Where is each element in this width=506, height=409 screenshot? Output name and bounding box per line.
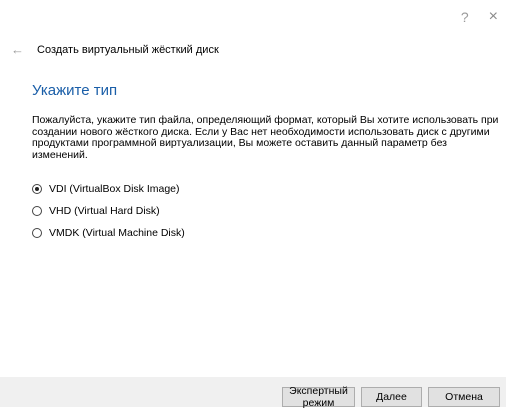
radio-vhd[interactable] xyxy=(32,206,42,216)
close-icon[interactable]: × xyxy=(489,9,498,25)
next-button[interactable]: Далее xyxy=(361,387,422,407)
radio-vmdk[interactable] xyxy=(32,228,42,238)
option-vdi-label: VDI (VirtualBox Disk Image) xyxy=(49,183,180,195)
option-vhd[interactable]: VHD (Virtual Hard Disk) xyxy=(32,200,185,222)
description-text: Пожалуйста, укажите тип файла, определяю… xyxy=(32,114,499,161)
cancel-button[interactable]: Отмена xyxy=(428,387,500,407)
option-vdi[interactable]: VDI (VirtualBox Disk Image) xyxy=(32,178,185,200)
radio-vdi[interactable] xyxy=(32,184,42,194)
help-icon[interactable]: ? xyxy=(461,10,469,24)
expert-mode-button[interactable]: Экспертный режим xyxy=(282,385,355,409)
option-vmdk[interactable]: VMDK (Virtual Machine Disk) xyxy=(32,222,185,244)
page-title: Укажите тип xyxy=(32,82,118,99)
wizard-header: ← Создать виртуальный жёсткий диск xyxy=(11,42,219,57)
back-arrow-icon[interactable]: ← xyxy=(11,42,31,57)
wizard-title: Создать виртуальный жёсткий диск xyxy=(37,43,219,56)
option-vmdk-label: VMDK (Virtual Machine Disk) xyxy=(49,227,185,239)
option-vhd-label: VHD (Virtual Hard Disk) xyxy=(49,205,160,217)
window-controls: ? × xyxy=(461,9,498,25)
disk-type-options: VDI (VirtualBox Disk Image) VHD (Virtual… xyxy=(32,178,185,244)
